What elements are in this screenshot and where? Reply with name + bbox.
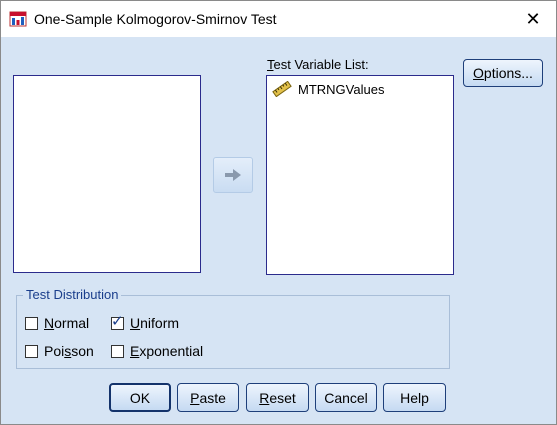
poisson-checkbox[interactable]: Poisson [25,343,94,359]
dialog-window: One-Sample Kolmogorov-Smirnov Test ✕ Tes… [0,0,557,425]
test-variable-list-label: Test Variable List: [267,57,369,72]
options-button[interactable]: Options... [463,59,543,87]
window-title: One-Sample Kolmogorov-Smirnov Test [34,11,277,27]
checkmark-icon: ✓ [111,312,124,330]
test-distribution-group: Test Distribution Normal ✓ Uniform Poiss… [16,287,450,369]
checkbox-box [111,344,124,358]
paste-button[interactable]: Paste [177,383,239,412]
group-title: Test Distribution [23,287,122,302]
move-to-test-list-button[interactable] [213,157,253,193]
test-variable-list[interactable]: MTRNGValues [266,75,454,275]
close-icon: ✕ [525,8,541,29]
uniform-label: Uniform [130,315,180,331]
spss-app-icon [9,11,27,27]
title-bar[interactable]: One-Sample Kolmogorov-Smirnov Test ✕ [1,1,556,37]
normal-label: Normal [44,315,90,331]
close-button[interactable]: ✕ [510,1,556,37]
checkbox-box-checked: ✓ [111,312,124,330]
help-button[interactable]: Help [383,383,446,412]
source-variable-list[interactable] [13,75,201,273]
poisson-label: Poisson [44,343,94,359]
list-item-label: MTRNGValues [298,81,385,97]
checkbox-box [25,344,38,358]
list-item-mtrngvalues[interactable]: MTRNGValues [272,81,384,97]
cancel-button[interactable]: Cancel [315,383,377,412]
reset-button[interactable]: Reset [246,383,309,412]
uniform-checkbox[interactable]: ✓ Uniform [111,312,180,331]
ok-button[interactable]: OK [109,383,171,412]
checkbox-box [25,316,38,330]
arrow-right-icon [225,169,241,181]
scale-ruler-icon [272,81,292,97]
normal-checkbox[interactable]: Normal [25,315,89,331]
exponential-checkbox[interactable]: Exponential [111,343,203,359]
dialog-body: Test Variable List: MTRNGValues Options.… [1,37,556,424]
exponential-label: Exponential [130,343,204,359]
